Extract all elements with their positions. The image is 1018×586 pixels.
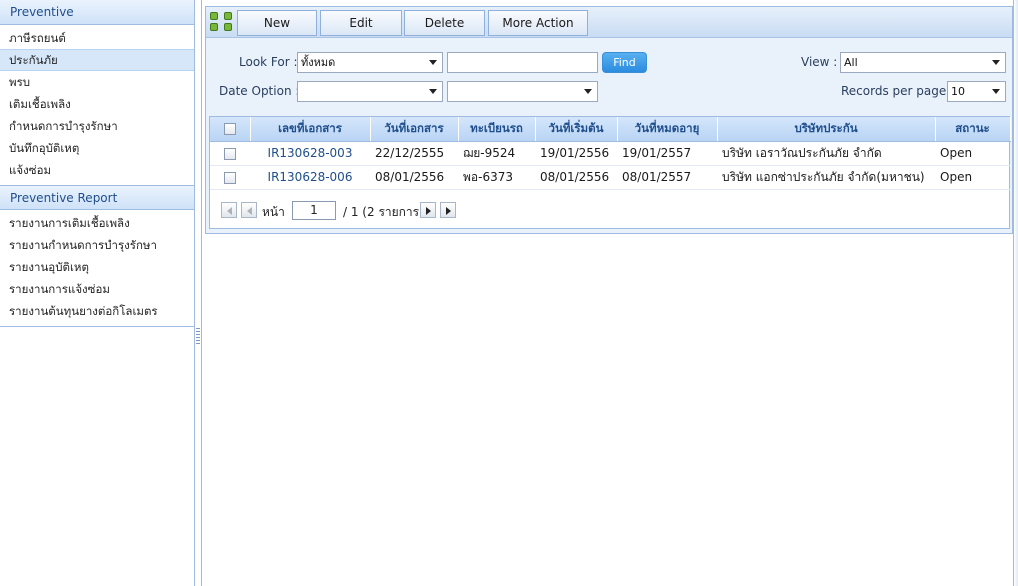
chevron-down-icon	[429, 60, 437, 65]
last-page-icon	[446, 207, 451, 215]
start-date-cell: 08/01/2556	[535, 165, 617, 190]
row-select-cell	[210, 141, 250, 166]
search-input[interactable]	[447, 52, 598, 73]
sidebar-item-insurance[interactable]: ประกันภัย	[0, 49, 194, 71]
column-license-plate[interactable]: ทะเบียนรถ	[458, 117, 536, 142]
status-cell: Open	[935, 141, 1010, 166]
view-value: All	[844, 56, 858, 69]
doc-no-link[interactable]: IR130628-003	[268, 146, 353, 160]
insurer-cell: บริษัท แอกซ่าประกันภัย จำกัด(มหาชน)	[717, 165, 935, 190]
edit-button[interactable]: Edit	[320, 10, 402, 36]
column-insurer[interactable]: บริษัทประกัน	[717, 117, 936, 142]
view-select[interactable]: All	[840, 52, 1006, 73]
sidebar-item-accident-report[interactable]: รายงานอุบัติเหตุ	[0, 256, 194, 278]
toolbar-grid-icon	[210, 12, 234, 32]
look-for-label: Look For :	[239, 55, 298, 69]
sidebar-item-accident-record[interactable]: บันทึกอุบัติเหตุ	[0, 137, 194, 159]
look-for-value: ทั้งหมด	[301, 56, 336, 69]
prev-page-icon	[247, 207, 252, 215]
status-cell: Open	[935, 165, 1010, 190]
sidebar-item-repair-request[interactable]: แจ้งซ่อม	[0, 159, 194, 181]
expiry-date-cell: 19/01/2557	[617, 141, 717, 166]
sidebar-item-refuel-report[interactable]: รายงานการเติมเชื้อเพลิง	[0, 212, 194, 234]
insurance-panel: New Edit Delete More Action Look For : ท…	[205, 6, 1013, 234]
sidebar-item-repair-report[interactable]: รายงานการแจ้งซ่อม	[0, 278, 194, 300]
row-checkbox[interactable]	[224, 171, 236, 184]
sidebar-item-maintenance-schedule[interactable]: กำหนดการบำรุงรักษา	[0, 115, 194, 137]
page-total-text: / 1 (2 รายการ)	[343, 205, 424, 219]
sidebar-item-vehicle-tax[interactable]: ภาษีรถยนต์	[0, 27, 194, 49]
row-checkbox[interactable]	[224, 147, 236, 160]
doc-no-link[interactable]: IR130628-006	[268, 170, 353, 184]
doc-date-cell: 08/01/2556	[370, 165, 458, 190]
view-label: View :	[801, 55, 838, 69]
doc-date-cell: 22/12/2555	[370, 141, 458, 166]
toolbar: New Edit Delete More Action	[206, 7, 1012, 38]
page-number-input[interactable]: 1	[292, 201, 336, 220]
select-all-header	[210, 117, 251, 142]
select-all-checkbox[interactable]	[223, 123, 236, 136]
date-option-select[interactable]	[297, 81, 443, 102]
sidebar-splitter[interactable]	[195, 0, 202, 586]
more-action-button[interactable]: More Action	[488, 10, 588, 36]
sidebar-item-maintenance-report[interactable]: รายงานกำหนดการบำรุงรักษา	[0, 234, 194, 256]
table-row[interactable]: IR130628-006 08/01/2556 พอ-6373 08/01/25…	[210, 165, 1010, 190]
expiry-date-cell: 08/01/2557	[617, 165, 717, 190]
section-header-preventive-report[interactable]: Preventive Report	[0, 185, 194, 210]
sidebar-item-refuel[interactable]: เติมเชื้อเพลิง	[0, 93, 194, 115]
chevron-down-icon	[992, 89, 1000, 94]
date-option-label: Date Option :	[219, 84, 300, 98]
find-button[interactable]: Find	[602, 52, 647, 73]
license-plate-cell: พอ-6373	[458, 165, 535, 190]
column-start-date[interactable]: วันที่เริ่มต้น	[535, 117, 618, 142]
first-page-icon	[227, 207, 232, 215]
column-doc-date[interactable]: วันที่เอกสาร	[370, 117, 459, 142]
sidebar: Preventive ภาษีรถยนต์ ประกันภัย พรบ เติม…	[0, 0, 195, 586]
first-page-button[interactable]	[221, 202, 237, 218]
insurer-cell: บริษัท เอราวัณประกันภัย จำกัด	[717, 141, 935, 166]
chevron-down-icon	[992, 60, 1000, 65]
next-page-button[interactable]	[420, 202, 436, 218]
page-label: หน้า	[262, 205, 285, 219]
prev-page-button[interactable]	[241, 202, 257, 218]
records-per-page-select[interactable]: 10	[947, 81, 1006, 102]
column-doc-no[interactable]: เลขที่เอกสาร	[250, 117, 371, 142]
date-option-select-2[interactable]	[447, 81, 598, 102]
license-plate-cell: ฌย-9524	[458, 141, 535, 166]
preventive-menu: ภาษีรถยนต์ ประกันภัย พรบ เติมเชื้อเพลิง …	[0, 25, 194, 185]
right-scroll-edge	[1013, 0, 1018, 586]
chevron-down-icon	[429, 89, 437, 94]
start-date-cell: 19/01/2556	[535, 141, 617, 166]
chevron-down-icon	[584, 89, 592, 94]
insurance-grid: เลขที่เอกสาร วันที่เอกสาร ทะเบียนรถ วันท…	[209, 116, 1011, 229]
last-page-button[interactable]	[440, 202, 456, 218]
doc-no-cell: IR130628-003	[250, 141, 370, 166]
next-page-icon	[426, 207, 431, 215]
sidebar-item-compulsory-insurance[interactable]: พรบ	[0, 71, 194, 93]
records-per-page-value: 10	[951, 85, 965, 98]
report-menu: รายงานการเติมเชื้อเพลิง รายงานกำหนดการบำ…	[0, 210, 194, 327]
sidebar-item-tire-cost-report[interactable]: รายงานต้นทุนยางต่อกิโลเมตร	[0, 300, 194, 322]
look-for-select[interactable]: ทั้งหมด	[297, 52, 443, 73]
records-per-page-label: Records per page :	[841, 84, 955, 98]
column-status[interactable]: สถานะ	[935, 117, 1011, 142]
delete-button[interactable]: Delete	[404, 10, 485, 36]
grid-header-row: เลขที่เอกสาร วันที่เอกสาร ทะเบียนรถ วันท…	[210, 117, 1011, 142]
row-select-cell	[210, 165, 250, 190]
new-button[interactable]: New	[237, 10, 317, 36]
table-row[interactable]: IR130628-003 22/12/2555 ฌย-9524 19/01/25…	[210, 141, 1010, 166]
column-expiry-date[interactable]: วันที่หมดอายุ	[617, 117, 718, 142]
section-header-preventive[interactable]: Preventive	[0, 0, 194, 25]
doc-no-cell: IR130628-006	[250, 165, 370, 190]
splitter-grip-icon[interactable]	[196, 328, 200, 346]
